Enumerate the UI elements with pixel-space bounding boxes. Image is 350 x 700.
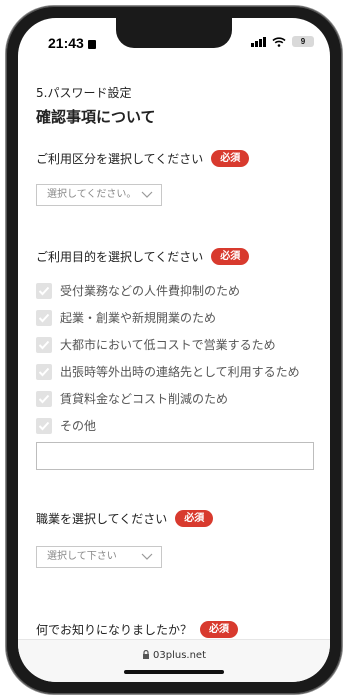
screen: 21:43 9 5.パスワード設定 確認事項について ご利用区分を選択してくださ…	[18, 18, 330, 682]
section-number: 5.パスワード設定	[36, 86, 132, 100]
purpose-option-label: 出張時等外出時の連絡先として利用するため	[60, 365, 300, 379]
url-display[interactable]: 03plus.net	[18, 649, 330, 661]
status-time: 21:43	[48, 35, 96, 51]
checkbox[interactable]	[36, 336, 52, 353]
status-bar: 21:43 9	[18, 18, 330, 58]
required-badge: 必須	[175, 510, 214, 527]
url-text: 03plus.net	[153, 650, 206, 661]
other-purpose-input[interactable]	[36, 442, 314, 470]
required-badge: 必須	[211, 248, 250, 265]
check-icon	[38, 421, 50, 430]
occupation-question: 職業を選択してください 必須	[36, 510, 214, 527]
checkbox[interactable]	[36, 417, 52, 434]
chevron-down-icon	[141, 191, 153, 198]
occupation-select[interactable]: 選択して下さい	[36, 546, 162, 568]
notch	[116, 18, 232, 48]
checkbox[interactable]	[36, 309, 52, 326]
purpose-option-label: 受付業務などの人件費抑制のため	[60, 284, 241, 298]
wifi-icon	[272, 36, 286, 47]
required-badge: 必須	[211, 150, 250, 167]
purpose-option[interactable]: その他	[36, 417, 96, 434]
chevron-down-icon	[141, 553, 153, 560]
purpose-label: ご利用目的を選択してください	[36, 250, 204, 264]
occupation-label: 職業を選択してください	[36, 512, 168, 526]
occupation-placeholder: 選択して下さい	[47, 551, 117, 562]
purpose-option-label: その他	[60, 419, 97, 433]
check-icon	[38, 394, 50, 403]
purpose-option[interactable]: 賃貸料金などコスト削減のため	[36, 390, 228, 407]
usage-type-select[interactable]: 選択してください。	[36, 184, 162, 206]
check-icon	[38, 340, 50, 349]
purpose-option[interactable]: 出張時等外出時の連絡先として利用するため	[36, 363, 300, 380]
lock-icon	[143, 649, 149, 659]
battery-icon: 9	[292, 36, 314, 47]
page-title: 確認事項について	[36, 108, 156, 126]
status-icons: 9	[251, 36, 314, 47]
required-badge: 必須	[200, 621, 239, 638]
usage-type-question: ご利用区分を選択してください 必須	[36, 150, 250, 167]
purpose-option[interactable]: 大都市において低コストで営業するため	[36, 336, 276, 353]
checkbox[interactable]	[36, 390, 52, 407]
browser-url-bar[interactable]: 03plus.net	[18, 639, 330, 682]
purpose-option-label: 起業・創業や新規開業のため	[60, 311, 217, 325]
check-icon	[38, 313, 50, 322]
referral-label: 何でお知りになりましたか？	[36, 623, 193, 637]
purpose-option[interactable]: 起業・創業や新規開業のため	[36, 309, 216, 326]
purpose-option-label: 大都市において低コストで営業するため	[60, 338, 276, 352]
check-icon	[38, 286, 50, 295]
checkbox[interactable]	[36, 282, 52, 299]
page-content: 5.パスワード設定 確認事項について ご利用区分を選択してください 必須 選択し…	[18, 68, 330, 638]
usage-type-placeholder: 選択してください。	[47, 189, 137, 200]
check-icon	[38, 367, 50, 376]
signal-icon	[251, 36, 266, 47]
status-time-text: 21:43	[48, 35, 84, 51]
phone-frame: 21:43 9 5.パスワード設定 確認事項について ご利用区分を選択してくださ…	[6, 6, 342, 694]
purpose-option-label: 賃貸料金などコスト削減のため	[60, 392, 229, 406]
purpose-question: ご利用目的を選択してください 必須	[36, 248, 250, 265]
purpose-option[interactable]: 受付業務などの人件費抑制のため	[36, 282, 240, 299]
home-indicator[interactable]	[124, 670, 224, 674]
id-card-icon	[87, 40, 96, 49]
checkbox[interactable]	[36, 363, 52, 380]
usage-type-label: ご利用区分を選択してください	[36, 152, 204, 166]
referral-question: 何でお知りになりましたか？ 必須	[36, 621, 239, 638]
